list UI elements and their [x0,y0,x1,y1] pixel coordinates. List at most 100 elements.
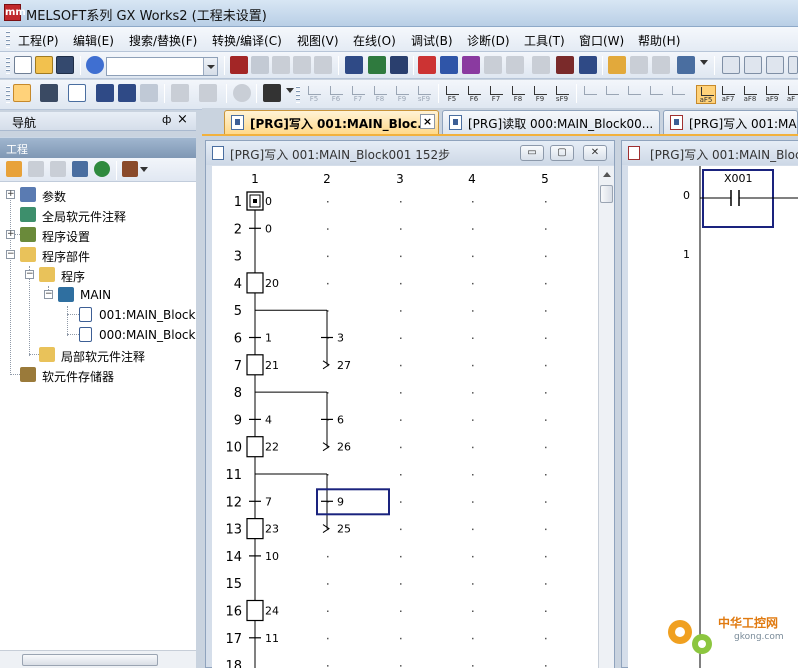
help-icon[interactable] [86,56,104,74]
combobox-arrow-icon[interactable] [203,58,217,75]
pin-icon[interactable]: ф [162,113,171,126]
menu-convert[interactable]: 转换/编译(C) [212,32,282,49]
scroll-up-icon[interactable] [603,172,611,177]
toolbar-grip[interactable] [6,86,10,103]
sort-dropdown-icon[interactable] [140,167,148,172]
collapse-icon[interactable]: − [44,290,53,299]
app-logo-icon[interactable]: mm [4,4,26,21]
tree-item-local-comment[interactable]: 局部软元件注释 [0,345,196,365]
close-button[interactable]: ✕ [583,145,607,161]
menu-view[interactable]: 视图(V) [297,32,339,49]
write-plc-icon[interactable] [418,56,436,74]
scrollbar-thumb[interactable] [22,654,158,666]
verify-icon[interactable] [462,56,480,74]
device-icon[interactable] [345,56,363,74]
sfc-jump-key[interactable]: sF9 [414,85,434,104]
sfc-diagram-canvas[interactable]: 1 2 3 4 5 1 0 2 0 3 4 20 5 6 1 3 7 21 27 8 9 4 6 10 22 26 11 12 7 9 13… [212,166,598,668]
restore-button[interactable]: ▢ [550,145,574,161]
menu-tools[interactable]: 工具(T) [524,32,565,49]
expand-icon[interactable]: + [6,230,15,239]
sfc-key[interactable] [624,85,644,104]
tree-item-main[interactable]: − MAIN [0,285,196,305]
ladder-diagram-canvas[interactable]: X001 0 1 [628,166,798,668]
device-test-icon[interactable] [556,56,574,74]
toolbar-combobox[interactable] [106,57,218,76]
ladder-symbol-icon[interactable] [722,56,740,74]
save-icon[interactable] [56,56,74,74]
menu-window[interactable]: 窗口(W) [579,32,624,49]
ladder-symbol-icon[interactable] [766,56,784,74]
tab-write-001[interactable]: [PRG]写入 001:MAIN_Bloc... × [224,110,439,134]
tree-item-block-001[interactable]: 001:MAIN_Block [0,305,196,325]
help-circle-icon[interactable] [233,84,251,102]
device-dev-icon[interactable] [140,84,158,102]
tab-read-000[interactable]: [PRG]读取 000:MAIN_Block00... [442,110,660,134]
binoculars-icon[interactable] [263,84,281,102]
menu-grip[interactable] [6,31,10,48]
sfc-block-start-key[interactable]: F6 [326,85,346,104]
menu-project[interactable]: 工程(P) [18,32,59,49]
statement-icon[interactable] [630,56,648,74]
toolbar-grip[interactable] [6,57,10,74]
tree-item-global-comment[interactable]: 全局软元件注释 [0,205,196,225]
device-dev-icon[interactable] [118,84,136,102]
tab-close-icon[interactable]: × [420,114,435,129]
tree-item-pou[interactable]: − 程序部件 [0,245,196,265]
sfc-parallel-branch-key[interactable]: F7 [486,85,506,104]
close-icon[interactable]: × [177,112,188,127]
monitor-all-icon[interactable] [532,56,550,74]
menu-online[interactable]: 在线(O) [353,32,396,49]
cut-icon[interactable] [230,56,248,74]
tab-write-001-ladder[interactable]: [PRG]写入 001:MAIN_Bl [663,110,798,134]
sfc-selective-branch-key[interactable]: F6 [464,85,484,104]
refresh-icon[interactable] [94,161,110,177]
sfc-diagram[interactable]: 1 2 3 4 51 02 034 2056 1 37 21 2789 4 610 22 261112 7 913… [212,166,598,668]
ladder-symbol-icon[interactable] [788,56,798,74]
sfc-key[interactable] [580,85,600,104]
display-icon[interactable] [677,56,695,74]
scrollbar-thumb[interactable] [600,185,613,203]
ladder-symbol-icon[interactable] [744,56,762,74]
sfc-selective-join-key[interactable]: F8 [508,85,528,104]
collapse-icon[interactable]: − [25,270,34,279]
ladder-diagram[interactable]: X001 0 1 [628,166,798,668]
sfc-key-af[interactable]: aF [784,85,798,104]
device-dev-icon[interactable] [96,84,114,102]
sfc-end-step-key[interactable]: F7 [348,85,368,104]
toolbar-overflow-icon[interactable] [700,60,708,65]
sfc-step-key[interactable]: F5 [304,85,324,104]
sfc-key-af7[interactable]: aF7 [718,85,738,104]
tree-item-program-setting[interactable]: + 程序设置 [0,225,196,245]
connection-icon[interactable] [40,84,58,102]
monitor-icon[interactable] [484,56,502,74]
collapse-icon[interactable]: − [6,250,15,259]
copy-data-icon[interactable] [28,161,44,177]
undo-icon[interactable] [293,56,311,74]
paste-data-icon[interactable] [50,161,66,177]
read-plc-icon[interactable] [440,56,458,74]
sfc-key-af9[interactable]: aF9 [762,85,782,104]
sfc-select-mode-key[interactable]: aF5 [696,85,716,104]
menu-edit[interactable]: 编辑(E) [73,32,114,49]
tree-item-program[interactable]: − 程序 [0,265,196,285]
monitor-stop-icon[interactable] [506,56,524,74]
sort-icon[interactable] [122,161,138,177]
new-data-icon[interactable] [6,161,22,177]
sfc-key[interactable] [602,85,622,104]
expand-icon[interactable]: + [6,190,15,199]
note-icon[interactable] [652,56,670,74]
paste-icon[interactable] [272,56,290,74]
ladder-window-titlebar[interactable]: [PRG]写入 001:MAIN_Block [622,141,798,165]
device-batch-icon[interactable] [579,56,597,74]
project-view-icon[interactable] [13,84,31,102]
open-folder-icon[interactable] [35,56,53,74]
copy-icon[interactable] [251,56,269,74]
output-window-icon[interactable] [68,84,86,102]
compile-icon[interactable] [368,56,386,74]
sfc-key[interactable] [668,85,688,104]
menu-help[interactable]: 帮助(H) [638,32,680,49]
sfc-key-af8[interactable]: aF8 [740,85,760,104]
sfc-coil-key[interactable]: F9 [392,85,412,104]
menu-diagnose[interactable]: 诊断(D) [467,32,510,49]
tree-item-device-memory[interactable]: 软元件存储器 [0,365,196,385]
